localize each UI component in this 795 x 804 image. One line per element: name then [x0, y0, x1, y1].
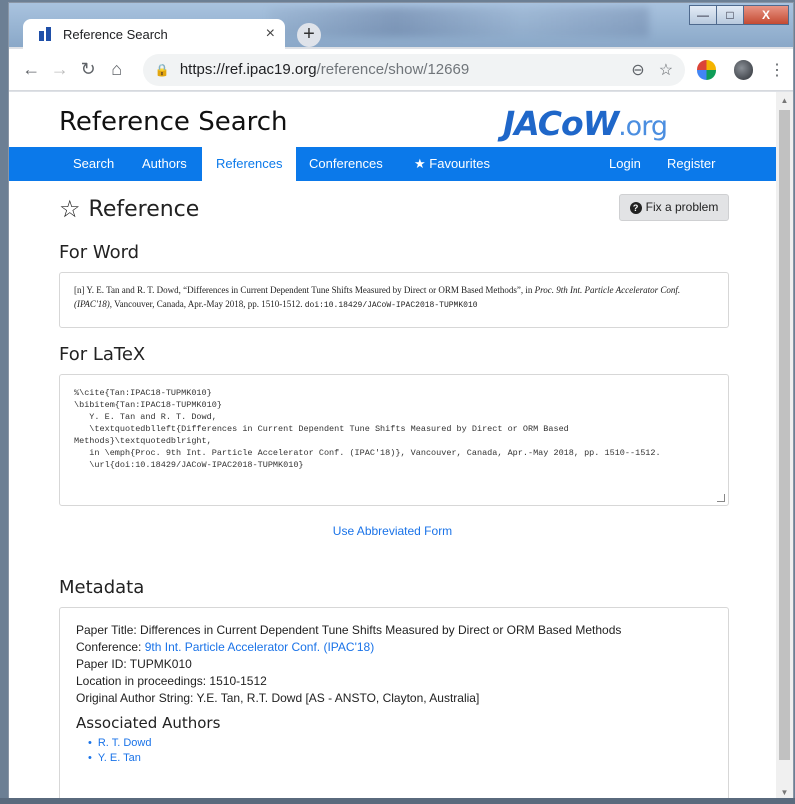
author-link-tan[interactable]: Y. E. Tan	[98, 752, 141, 764]
logo-suffix: .org	[618, 111, 668, 142]
question-circle-icon: ?	[629, 202, 642, 214]
word-ref-text: [n] Y. E. Tan and R. T. Dowd, “Differenc…	[74, 285, 535, 295]
favourite-star-outline-icon[interactable]: ☆	[59, 195, 81, 223]
window-controls: — □ X	[689, 5, 789, 25]
browser-toolbar: ← → ↻ ⌂ 🔒 https://ref.ipac19.org/referen…	[9, 49, 793, 91]
site-title: Reference Search	[59, 107, 288, 137]
fix-problem-label: Fix a problem	[645, 200, 719, 214]
conference-row: Conference: 9th Int. Particle Accelerato…	[76, 639, 712, 656]
resize-grip-icon[interactable]	[717, 494, 725, 502]
use-abbreviated-form-link[interactable]: Use Abbreviated Form	[9, 524, 776, 538]
page-title: ☆ Reference	[59, 195, 199, 223]
minimize-button[interactable]: —	[689, 5, 717, 25]
jacow-logo[interactable]: JACoW.org	[503, 104, 668, 143]
location-in-proceedings: Location in proceedings: 1510-1512	[76, 674, 267, 688]
tab-strip: Reference Search × + — □ X	[9, 3, 793, 49]
bookmark-star-icon[interactable]: ☆	[659, 60, 673, 80]
associated-authors-list: R. T. Dowd Y. E. Tan	[88, 736, 712, 766]
for-latex-heading: For LaTeX	[59, 344, 146, 365]
nav-favourites-label: Favourites	[429, 156, 490, 171]
logo-main: JACoW	[503, 104, 619, 143]
nav-search[interactable]: Search	[59, 147, 128, 181]
paper-title: Paper Title: Differences in Current Depe…	[76, 623, 622, 637]
nav-conferences[interactable]: Conferences	[295, 147, 397, 181]
tab-close-icon[interactable]: ×	[266, 25, 275, 43]
zoom-icon[interactable]: ⊖	[631, 60, 644, 80]
forward-arrow-icon[interactable]: →	[45, 59, 73, 80]
nav-login[interactable]: Login	[595, 147, 655, 181]
page-title-text: Reference	[88, 196, 200, 222]
url-text[interactable]: https://ref.ipac19.org/reference/show/12…	[180, 61, 617, 78]
url-host: https://ref.ipac19.org	[179, 61, 317, 78]
fix-problem-button[interactable]: ? Fix a problem	[619, 194, 729, 221]
jacow-favicon-icon	[39, 27, 53, 41]
tab-title: Reference Search	[63, 26, 168, 42]
nav-favourites[interactable]: ★ Favourites	[400, 147, 504, 181]
author-link-dowd[interactable]: R. T. Dowd	[98, 737, 152, 749]
back-arrow-icon[interactable]: ←	[17, 59, 45, 80]
address-bar[interactable]: 🔒 https://ref.ipac19.org/reference/show/…	[142, 53, 686, 86]
paper-id: Paper ID: TUPMK010	[76, 657, 192, 671]
nav-references[interactable]: References	[202, 147, 297, 181]
word-ref-suffix: , Vancouver, Canada, Apr.-May 2018, pp. …	[109, 299, 305, 309]
for-word-heading: For Word	[59, 242, 140, 263]
conference-label: Conference:	[76, 640, 145, 654]
scrollbar-thumb[interactable]	[779, 110, 790, 760]
home-icon[interactable]: ⌂	[102, 59, 130, 80]
latex-reference-textarea[interactable]: %\cite{Tan:IPAC18-TUPMK010} \bibitem{Tan…	[59, 374, 729, 506]
list-item: Y. E. Tan	[88, 751, 712, 766]
vertical-scrollbar[interactable]: ▲ ▼	[776, 92, 793, 801]
scroll-down-icon[interactable]: ▼	[776, 788, 793, 797]
menu-dots-icon[interactable]: ⋮	[769, 60, 785, 80]
word-reference-box[interactable]: [n] Y. E. Tan and R. T. Dowd, “Differenc…	[59, 272, 729, 328]
list-item: R. T. Dowd	[88, 736, 712, 751]
metadata-box: Paper Title: Differences in Current Depe…	[59, 607, 729, 801]
page-viewport: Reference Search JACoW.org Search Author…	[9, 92, 776, 801]
latex-ref-text: %\cite{Tan:IPAC18-TUPMK010} \bibitem{Tan…	[74, 388, 661, 470]
maximize-button[interactable]: □	[716, 5, 744, 25]
nav-authors[interactable]: Authors	[128, 147, 201, 181]
profile-avatar[interactable]	[734, 59, 753, 80]
scroll-up-icon[interactable]: ▲	[776, 96, 793, 105]
new-tab-button[interactable]: +	[297, 23, 321, 47]
metadata-heading: Metadata	[59, 577, 145, 598]
reload-icon[interactable]: ↻	[74, 59, 102, 80]
tab-reference-search[interactable]: Reference Search ×	[23, 19, 285, 49]
conference-link[interactable]: 9th Int. Particle Accelerator Conf. (IPA…	[145, 640, 375, 654]
desktop-background	[0, 798, 795, 804]
browser-window: Reference Search × + — □ X ← → ↻ ⌂ 🔒 htt…	[8, 2, 794, 802]
extension-icon[interactable]	[697, 59, 717, 80]
nav-register[interactable]: Register	[653, 147, 729, 181]
main-navbar: Search Authors References Conferences ★ …	[9, 147, 776, 181]
associated-authors-heading: Associated Authors	[76, 714, 221, 732]
original-author-string: Original Author String: Y.E. Tan, R.T. D…	[76, 691, 480, 705]
word-ref-doi: doi:10.18429/JACoW-IPAC2018-TUPMK010	[304, 301, 478, 310]
lock-icon[interactable]: 🔒	[155, 63, 170, 77]
star-icon: ★	[414, 156, 430, 171]
blurred-background-tabs	[269, 7, 649, 37]
close-window-button[interactable]: X	[743, 5, 789, 25]
url-path: /reference/show/12669	[316, 61, 470, 78]
